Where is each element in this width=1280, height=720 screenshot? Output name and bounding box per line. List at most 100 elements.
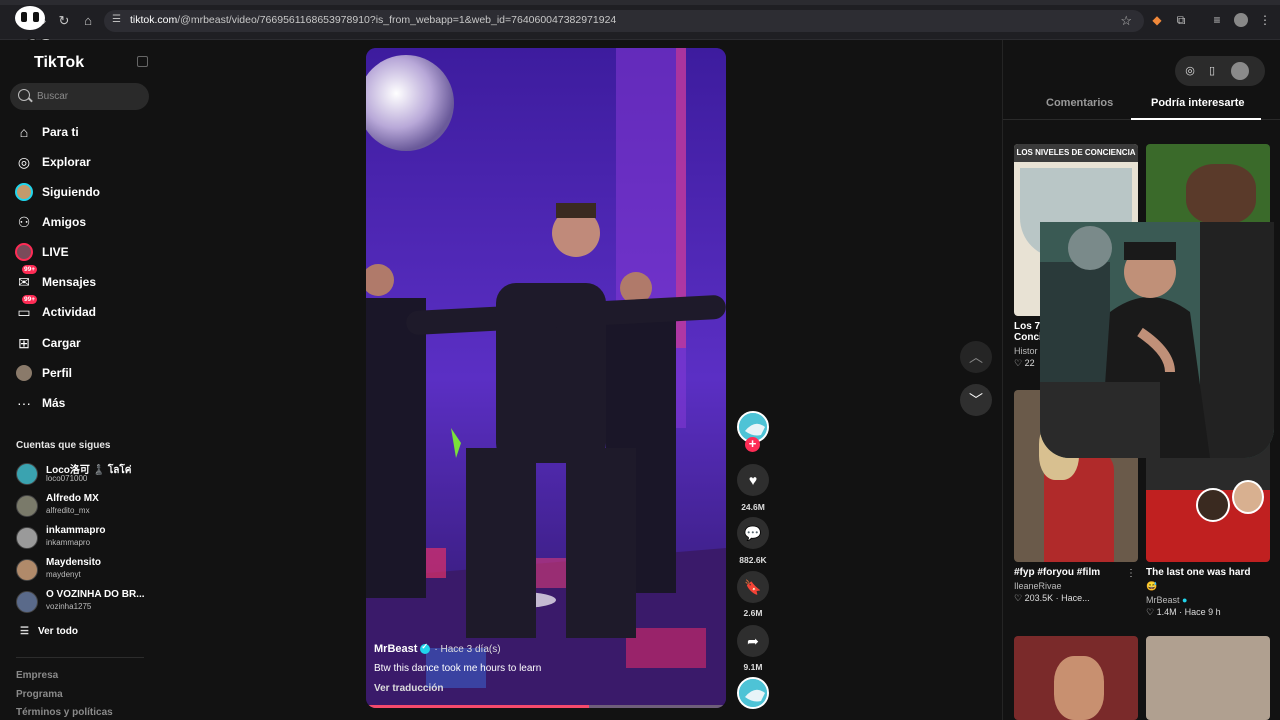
nav-actividad[interactable]: ▭ 99+ Actividad <box>14 295 154 323</box>
site-info-icon[interactable]: ☰ <box>112 14 124 26</box>
video-meta: MrBeast · Hace 3 día(s) Btw this dance t… <box>374 642 542 694</box>
recommended-video-card[interactable] <box>1146 636 1270 720</box>
video-thumbnail <box>1146 636 1270 720</box>
following-account[interactable]: Alfredo MX alfredito_mx <box>16 492 151 520</box>
following-avatar-icon <box>14 182 34 202</box>
tiktok-logo[interactable]: TikTok <box>34 54 84 72</box>
extension-fox-icon[interactable]: ◆ <box>1150 13 1164 27</box>
account-name: O VOZINHA DO BR... <box>46 589 145 600</box>
tab-podria-interesarte[interactable]: Podría interesarte <box>1151 97 1245 109</box>
see-translation-link[interactable]: Ver traducción <box>374 683 541 694</box>
video-timestamp: · Hace 3 día(s) <box>434 643 501 655</box>
verified-badge-icon <box>420 642 431 654</box>
card-user: MrBeast ● <box>1146 595 1188 605</box>
nav-label: Actividad <box>42 305 97 319</box>
upload-icon: ⊞ <box>18 334 30 351</box>
account-name: inkammapro <box>46 525 106 536</box>
video-caption: Btw this dance took me hours to learn <box>374 663 542 674</box>
browser-menu-icon[interactable]: ⋮ <box>1258 13 1272 27</box>
see-all-following-button[interactable]: ☰ Ver todo <box>20 626 78 637</box>
avatar <box>16 591 38 613</box>
card-more-icon[interactable]: ⋮ <box>1126 568 1136 579</box>
card-title: #fyp #foryou #film <box>1014 567 1101 578</box>
address-bar[interactable]: ☰ tiktok.com/@mrbeast/video/766956116865… <box>104 10 1144 32</box>
nav-live[interactable]: LIVE <box>14 241 154 263</box>
search-box[interactable] <box>10 83 149 110</box>
sound-disc-avatar[interactable] <box>737 677 769 709</box>
nav-siguiendo[interactable]: Siguiendo <box>14 181 154 203</box>
previous-video-button[interactable]: ︿ <box>960 341 992 373</box>
avatar <box>16 463 38 485</box>
share-count: 9.1M <box>743 662 763 672</box>
nav-label: Siguiendo <box>42 185 100 199</box>
friends-icon: ⚇ <box>17 213 31 230</box>
recommended-video-card[interactable] <box>1014 636 1138 720</box>
like-button[interactable]: ♥ <box>737 464 769 496</box>
list-icon: ☰ <box>20 626 29 637</box>
nav-label: Mensajes <box>42 275 97 289</box>
nav-label: Perfil <box>42 366 73 380</box>
footer-link-terminos[interactable]: Términos y políticas <box>16 707 113 718</box>
left-sidebar: TikTok ⌂ Para ti ◎ Explorar Siguiendo ⚇ … <box>0 40 160 720</box>
save-count: 2.6M <box>743 608 763 618</box>
share-icon: ➦ <box>747 632 759 649</box>
nav-amigos[interactable]: ⚇ Amigos <box>14 211 154 233</box>
footer-link-programa[interactable]: Programa <box>16 689 63 700</box>
account-name: Maydensito <box>46 557 102 568</box>
share-button[interactable]: ➦ <box>737 625 769 657</box>
user-avatar-icon[interactable] <box>1231 62 1249 80</box>
video-frame <box>366 48 726 708</box>
home-button-icon[interactable]: ⌂ <box>80 13 96 29</box>
collapse-sidebar-icon[interactable] <box>137 56 148 67</box>
extensions-puzzle-icon[interactable]: ⧉ <box>1174 13 1188 27</box>
save-button[interactable]: 🔖 <box>737 571 769 603</box>
following-account[interactable]: Loco洛可 ♟️ โลโค่ loco071000 <box>16 460 151 488</box>
nav-label: Explorar <box>42 155 91 169</box>
bookmark-icon: 🔖 <box>744 578 762 595</box>
search-input[interactable] <box>37 89 142 103</box>
activity-icon: ▭ 99+ <box>17 295 38 320</box>
video-author-row: MrBeast · Hace 3 día(s) <box>374 642 541 655</box>
following-account[interactable]: O VOZINHA DO BR... vozinha1275 <box>16 588 151 616</box>
media-control-icon[interactable]: ≡ <box>1210 13 1224 27</box>
active-tab-indicator <box>1131 118 1261 120</box>
bookmark-star-icon[interactable]: ☆ <box>1120 13 1132 29</box>
nav-mensajes[interactable]: ✉ 99+ Mensajes <box>14 265 154 293</box>
see-all-label: Ver todo <box>38 626 79 637</box>
nav-mas[interactable]: ··· Más <box>14 392 154 414</box>
card-title: The last one was hard <box>1146 567 1251 578</box>
video-player[interactable]: MrBeast · Hace 3 día(s) Btw this dance t… <box>366 48 726 708</box>
thumbnail-caption: LOS NIVELES DE CONCIENCIA <box>1014 144 1138 162</box>
following-account[interactable]: Maydensito maydenyt <box>16 556 151 584</box>
phone-icon[interactable]: ▯ <box>1205 64 1219 78</box>
nav-label: Para ti <box>42 125 79 139</box>
nav-cargar[interactable]: ⊞ Cargar <box>14 332 154 354</box>
following-account[interactable]: inkammapro inkammapro <box>16 524 151 552</box>
tab-comentarios[interactable]: Comentarios <box>1046 97 1113 109</box>
next-video-button[interactable]: ﹀ <box>960 384 992 416</box>
search-icon <box>18 89 30 101</box>
compass-tool-icon[interactable]: ◎ <box>1183 64 1197 78</box>
notification-badge: 99+ <box>22 295 38 304</box>
following-section-title: Cuentas que sigues <box>16 440 111 451</box>
messages-icon: ✉ 99+ <box>18 265 38 290</box>
notification-badge: 99+ <box>22 265 38 274</box>
nav-para-ti[interactable]: ⌂ Para ti <box>14 121 154 143</box>
profile-avatar-icon[interactable] <box>1234 13 1248 27</box>
comment-button[interactable]: 💬 <box>737 517 769 549</box>
card-user-row: 😅 <box>1146 581 1158 591</box>
url-text: tiktok.com/@mrbeast/video/76695611686539… <box>130 14 617 26</box>
account-handle: loco071000 <box>46 474 88 483</box>
panel-tabs: Comentarios Podría interesarte <box>1003 94 1280 120</box>
reload-icon[interactable]: ↻ <box>56 13 72 29</box>
comment-count: 882.6K <box>739 555 767 565</box>
nav-perfil[interactable]: Perfil <box>14 362 154 384</box>
follow-plus-button[interactable]: + <box>745 437 760 452</box>
nav-label: Amigos <box>42 215 87 229</box>
video-author-name[interactable]: MrBeast <box>374 643 417 655</box>
footer-link-empresa[interactable]: Empresa <box>16 670 58 681</box>
video-thumbnail <box>1014 636 1138 720</box>
nav-explorar[interactable]: ◎ Explorar <box>14 151 154 173</box>
account-handle: inkammapro <box>46 538 91 547</box>
browser-toolbar: › ↻ ⌂ ☰ tiktok.com/@mrbeast/video/766956… <box>0 0 1280 40</box>
